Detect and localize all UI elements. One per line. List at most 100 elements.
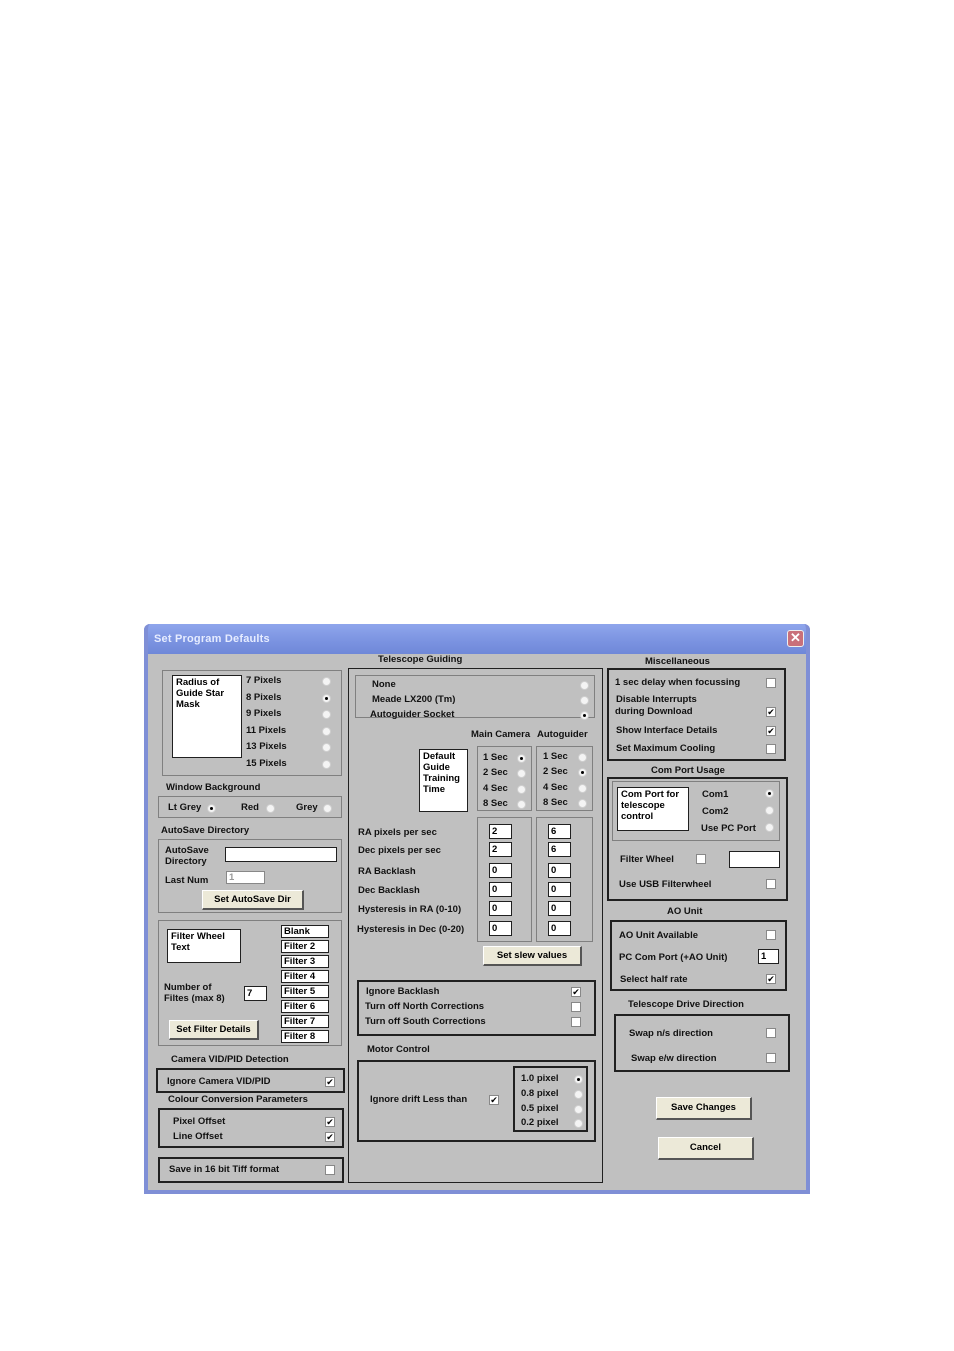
guide-mode-radio[interactable] bbox=[580, 681, 589, 690]
mask-option-radio[interactable] bbox=[322, 760, 331, 769]
last-num-label: Last Num bbox=[165, 875, 209, 886]
title-bar[interactable]: Set Program Defaults ✕ bbox=[144, 624, 810, 654]
auto-param-input[interactable]: 0 bbox=[548, 882, 571, 897]
set-filter-details-button[interactable]: Set Filter Details bbox=[169, 1020, 259, 1040]
ignore-drift-checkbox[interactable]: ✔ bbox=[489, 1095, 499, 1105]
tiff-label: Save in 16 bit Tiff format bbox=[169, 1164, 280, 1175]
swap-ns-label: Swap n/s direction bbox=[629, 1028, 713, 1039]
save-changes-button[interactable]: Save Changes bbox=[656, 1097, 752, 1120]
ao-unit-heading: AO Unit bbox=[667, 906, 703, 917]
filter-wheel-com-label: Filter Wheel bbox=[620, 854, 674, 865]
auto-param-input[interactable]: 6 bbox=[548, 842, 571, 857]
guide-mode-radio[interactable] bbox=[580, 696, 589, 705]
auto-time-radio[interactable] bbox=[578, 798, 587, 808]
main-time-radio[interactable] bbox=[517, 754, 526, 763]
misc-option-label: Set Maximum Cooling bbox=[616, 743, 716, 754]
half-rate-checkbox[interactable]: ✔ bbox=[766, 974, 776, 984]
drift-option-label: 0.8 pixel bbox=[521, 1087, 559, 1099]
filter-name-input[interactable]: Filter 4 bbox=[281, 970, 329, 983]
main-param-input[interactable]: 0 bbox=[489, 863, 512, 878]
misc-option-checkbox[interactable]: ✔ bbox=[766, 707, 776, 717]
last-num-input[interactable]: 1 bbox=[226, 871, 265, 884]
com-port-memo: Com Port for telescope control bbox=[617, 787, 689, 831]
filter-name-input[interactable]: Blank bbox=[281, 925, 329, 938]
bg-option-radio[interactable] bbox=[266, 804, 275, 813]
cancel-button[interactable]: Cancel bbox=[658, 1137, 754, 1160]
mask-option-label: 7 Pixels bbox=[246, 675, 282, 686]
drift-option-radio[interactable] bbox=[574, 1104, 583, 1114]
main-param-input[interactable]: 2 bbox=[489, 842, 512, 857]
filter-name-input[interactable]: Filter 3 bbox=[281, 955, 329, 968]
mask-option-radio[interactable] bbox=[322, 693, 331, 703]
colour-conversion-heading: Colour Conversion Parameters bbox=[168, 1094, 308, 1105]
auto-time-label: 2 Sec bbox=[543, 766, 568, 778]
com-option-radio[interactable] bbox=[765, 789, 774, 798]
misc-option-checkbox[interactable] bbox=[766, 678, 776, 688]
set-program-defaults-dialog: Set Program Defaults ✕ Radius of Guide S… bbox=[144, 624, 810, 1194]
backlash-option-label: Turn off North Corrections bbox=[365, 1001, 485, 1012]
bg-option-radio[interactable] bbox=[323, 804, 332, 813]
filter-wheel-memo: Filter Wheel Text bbox=[167, 929, 241, 963]
drift-option-radio[interactable] bbox=[574, 1089, 583, 1099]
drift-option-radio[interactable] bbox=[574, 1075, 583, 1084]
guide-mode-radio[interactable] bbox=[580, 711, 589, 720]
ao-available-label: AO Unit Available bbox=[619, 930, 699, 941]
usb-filterwheel-checkbox[interactable] bbox=[766, 879, 776, 889]
filter-name-input[interactable]: Filter 8 bbox=[281, 1030, 329, 1043]
auto-param-input[interactable]: 0 bbox=[548, 921, 571, 936]
pixel-offset-checkbox[interactable]: ✔ bbox=[325, 1117, 335, 1127]
line-offset-checkbox[interactable]: ✔ bbox=[325, 1132, 335, 1142]
mask-option-label: 8 Pixels bbox=[246, 691, 282, 703]
main-param-input[interactable]: 0 bbox=[489, 901, 512, 916]
misc-option-checkbox[interactable] bbox=[766, 744, 776, 754]
misc-option-checkbox[interactable]: ✔ bbox=[766, 726, 776, 736]
guide-param-label: RA Backlash bbox=[358, 866, 416, 877]
filter-wheel-com-checkbox[interactable] bbox=[696, 854, 706, 864]
com-option-radio[interactable] bbox=[765, 806, 774, 815]
filter-name-input[interactable]: Filter 7 bbox=[281, 1015, 329, 1028]
backlash-option-checkbox[interactable] bbox=[571, 1017, 581, 1027]
backlash-option-checkbox[interactable] bbox=[571, 1002, 581, 1012]
set-autosave-dir-button[interactable]: Set AutoSave Dir bbox=[202, 890, 304, 910]
filter-name-input[interactable]: Filter 2 bbox=[281, 940, 329, 953]
com-option-radio[interactable] bbox=[765, 823, 774, 832]
guide-param-label: Hysteresis in Dec (0-20) bbox=[357, 924, 465, 935]
autoguider-col-heading: Autoguider bbox=[537, 729, 588, 740]
mask-option-radio[interactable] bbox=[322, 677, 331, 686]
filter-count-input[interactable]: 7 bbox=[244, 986, 267, 1001]
auto-param-input[interactable]: 0 bbox=[548, 901, 571, 916]
filter-wheel-com-input[interactable] bbox=[729, 851, 780, 868]
main-time-radio[interactable] bbox=[517, 784, 526, 794]
half-rate-label: Select half rate bbox=[620, 974, 688, 985]
main-param-input[interactable]: 0 bbox=[489, 921, 512, 936]
ao-com-port-label: PC Com Port (+AO Unit) bbox=[619, 952, 728, 963]
swap-ns-checkbox[interactable] bbox=[766, 1028, 776, 1038]
auto-param-input[interactable]: 6 bbox=[548, 824, 571, 839]
filter-name-input[interactable]: Filter 6 bbox=[281, 1000, 329, 1013]
auto-time-radio[interactable] bbox=[578, 753, 587, 762]
auto-param-input[interactable]: 0 bbox=[548, 863, 571, 878]
auto-time-radio[interactable] bbox=[578, 783, 587, 793]
ao-available-checkbox[interactable] bbox=[766, 930, 776, 940]
mask-option-label: 11 Pixels bbox=[246, 724, 287, 736]
filter-name-input[interactable]: Filter 5 bbox=[281, 985, 329, 998]
mask-option-radio[interactable] bbox=[322, 726, 331, 736]
ignore-vid-label: Ignore Camera VID/PID bbox=[167, 1076, 271, 1087]
motor-control-heading: Motor Control bbox=[367, 1044, 430, 1055]
main-param-input[interactable]: 2 bbox=[489, 824, 512, 839]
set-slew-values-button[interactable]: Set slew values bbox=[483, 946, 582, 966]
guide-param-label: Hysteresis in RA (0-10) bbox=[358, 904, 462, 915]
bg-option-radio[interactable] bbox=[207, 804, 216, 813]
com-option-label: Use PC Port bbox=[701, 823, 756, 834]
main-time-radio[interactable] bbox=[517, 799, 526, 809]
backlash-option-checkbox[interactable]: ✔ bbox=[571, 987, 581, 997]
main-param-input[interactable]: 0 bbox=[489, 882, 512, 897]
ignore-vid-checkbox[interactable]: ✔ bbox=[325, 1077, 335, 1087]
ao-com-port-input[interactable]: 1 bbox=[758, 949, 779, 964]
autosave-dir-input[interactable] bbox=[225, 847, 337, 862]
tiff-checkbox[interactable] bbox=[325, 1165, 335, 1175]
mask-option-label: 9 Pixels bbox=[246, 708, 282, 720]
swap-ew-checkbox[interactable] bbox=[766, 1053, 776, 1063]
backlash-option-label: Ignore Backlash bbox=[366, 986, 440, 997]
close-button[interactable]: ✕ bbox=[787, 630, 804, 647]
